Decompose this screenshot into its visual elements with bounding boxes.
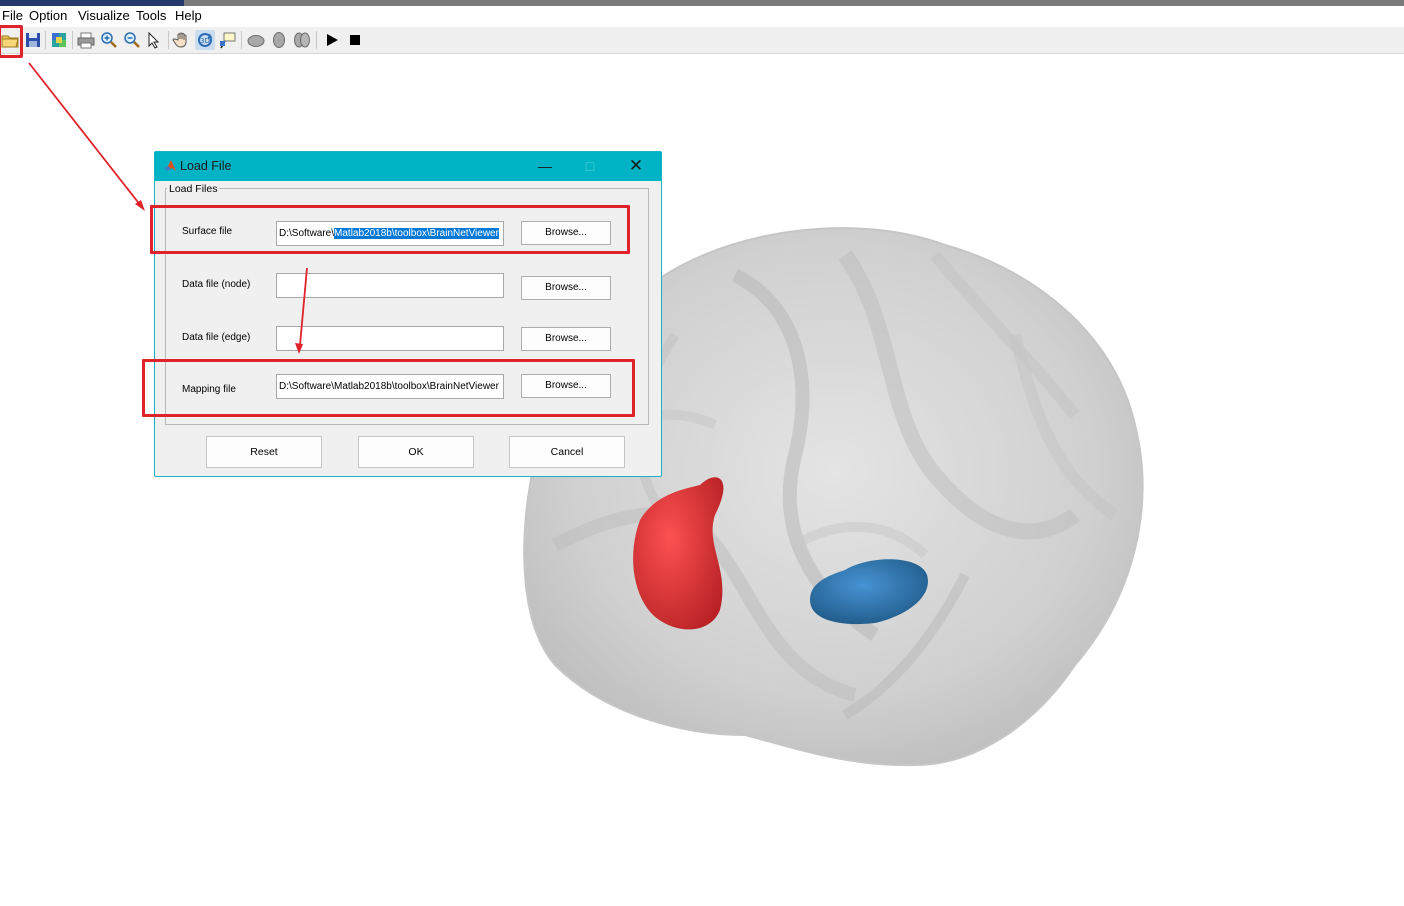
mapping-file-highlight: [142, 359, 635, 417]
toolbar-separator: [316, 31, 317, 49]
toolbar-separator: [168, 31, 169, 49]
maximize-icon: □: [585, 158, 595, 174]
save-icon[interactable]: [23, 30, 43, 50]
open-button-highlight: [0, 25, 23, 58]
edge-file-label: Data file (edge): [182, 332, 251, 343]
toolbar-separator: [241, 31, 242, 49]
dialog-title-bar[interactable]: Load File — □ ✕: [155, 152, 661, 181]
close-icon[interactable]: ✕: [624, 156, 648, 176]
arrow-open-to-surface: [28, 62, 142, 207]
ok-button[interactable]: OK: [358, 436, 474, 468]
menu-bar: File Option Visualize Tools Help: [0, 6, 1404, 27]
minimize-icon[interactable]: —: [533, 156, 557, 176]
edge-file-input[interactable]: [276, 326, 504, 351]
matlab-logo-icon: [163, 159, 177, 173]
brain-medial-icon[interactable]: [269, 30, 289, 50]
stop-icon[interactable]: [345, 30, 365, 50]
play-icon[interactable]: [322, 30, 342, 50]
print-icon[interactable]: [76, 30, 96, 50]
node-file-input[interactable]: [276, 273, 504, 298]
node-file-label: Data file (node): [182, 279, 251, 290]
menu-tools[interactable]: Tools: [136, 8, 166, 23]
menu-file[interactable]: File: [2, 8, 23, 23]
cancel-button[interactable]: Cancel: [509, 436, 625, 468]
menu-option[interactable]: Option: [29, 8, 67, 23]
rotate-3d-icon[interactable]: 3D: [195, 30, 215, 50]
toolbar: 3D: [0, 27, 1404, 54]
arrow-head: [135, 200, 145, 211]
toolbar-separator: [72, 31, 73, 49]
menu-help[interactable]: Help: [175, 8, 202, 23]
pan-hand-icon[interactable]: [172, 30, 192, 50]
brain-full-icon[interactable]: [292, 30, 312, 50]
brain-lateral-icon[interactable]: [246, 30, 266, 50]
svg-text:3D: 3D: [200, 37, 210, 45]
node-browse-button[interactable]: Browse...: [521, 276, 611, 300]
toolbar-separator: [45, 31, 46, 49]
reset-button[interactable]: Reset: [206, 436, 322, 468]
select-arrow-icon[interactable]: [145, 30, 165, 50]
zoom-in-icon[interactable]: [99, 30, 119, 50]
load-file-dialog: Load File — □ ✕ Load Files Surface file …: [154, 151, 662, 477]
dialog-title: Load File: [180, 159, 232, 173]
colormap-icon[interactable]: [49, 30, 69, 50]
menu-visualize[interactable]: Visualize: [78, 8, 130, 23]
group-title: Load Files: [167, 183, 220, 195]
surface-file-highlight: [150, 205, 630, 254]
data-cursor-icon[interactable]: [218, 30, 238, 50]
edge-browse-button[interactable]: Browse...: [521, 327, 611, 351]
zoom-out-icon[interactable]: [122, 30, 142, 50]
